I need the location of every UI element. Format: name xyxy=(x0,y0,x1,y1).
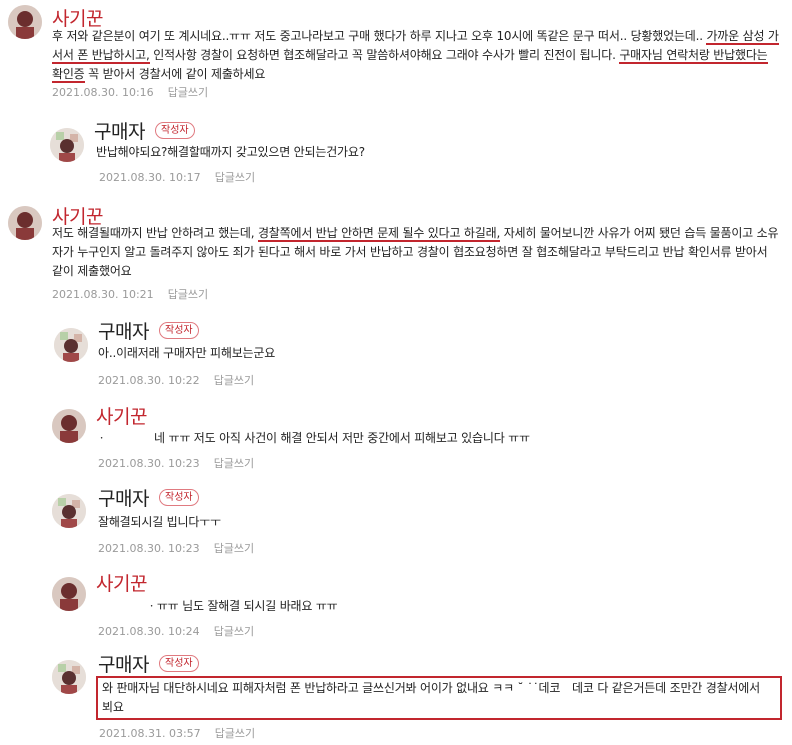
comment-meta: 2021.08.30. 10:17 답글쓰기 xyxy=(99,169,255,185)
avatar-image-icon xyxy=(54,328,88,362)
avatar-image-icon xyxy=(8,206,42,240)
comment-author[interactable]: 구매자 xyxy=(98,484,149,511)
comment-time: 2021.08.30. 10:21 xyxy=(52,288,154,301)
comment-time: 2021.08.30. 10:24 xyxy=(98,625,200,638)
comment-time: 2021.08.30. 10:22 xyxy=(98,374,200,387)
comment-meta: 2021.08.30. 10:16 답글쓰기 xyxy=(52,84,208,100)
avatar[interactable] xyxy=(8,5,42,39)
comment-author[interactable]: 구매자 xyxy=(94,117,145,144)
avatar-image-icon xyxy=(50,128,84,162)
comment-meta: 2021.08.30. 10:22 답글쓰기 xyxy=(98,372,254,388)
avatar-image-icon xyxy=(52,660,86,694)
avatar-image-icon xyxy=(8,5,42,39)
avatar[interactable] xyxy=(52,494,86,528)
comment-body: ㆍㅠㅠ 님도 잘해결 되시길 바래요 ㅠㅠ xyxy=(146,599,338,613)
comment-7: 사기꾼 ㆍㅠㅠ 님도 잘해결 되시길 바래요 ㅠㅠ 2021.08.30. 10… xyxy=(0,565,792,645)
comment-time: 2021.08.30. 10:16 xyxy=(52,86,154,99)
comment-time: 2021.08.30. 10:23 xyxy=(98,542,200,555)
reply-link[interactable]: 답글쓰기 xyxy=(168,288,208,301)
avatar-image-icon xyxy=(52,409,86,443)
comment-body: 잘해결되시길 빕니다ㅜㅜ xyxy=(98,515,221,529)
reply-link[interactable]: 답글쓰기 xyxy=(215,727,255,740)
avatar[interactable] xyxy=(52,409,86,443)
avatar[interactable] xyxy=(52,660,86,694)
comment-author[interactable]: 구매자 xyxy=(98,650,149,677)
comment-body: 저도 해결될때까지 반납 안하려고 했는데, 경찰쪽에서 반납 안하면 문제 될… xyxy=(52,226,779,278)
comment-time: 2021.08.30. 10:17 xyxy=(99,171,201,184)
avatar[interactable] xyxy=(54,328,88,362)
avatar-image-icon xyxy=(52,494,86,528)
comment-author[interactable]: 구매자 xyxy=(98,317,149,344)
comment-meta: 2021.08.31. 03:57 답글쓰기 xyxy=(99,725,255,741)
avatar[interactable] xyxy=(52,577,86,611)
avatar[interactable] xyxy=(8,206,42,240)
comment-meta: 2021.08.30. 10:23 답글쓰기 xyxy=(98,455,254,471)
author-badge: 작성자 xyxy=(159,655,199,672)
comment-author[interactable]: 사기꾼 xyxy=(96,569,147,596)
reply-link[interactable]: 답글쓰기 xyxy=(214,542,254,555)
comment-time: 2021.08.31. 03:57 xyxy=(99,727,201,740)
comment-meta: 2021.08.30. 10:21 답글쓰기 xyxy=(52,286,208,302)
comment-body: ㆍ 네 ㅠㅠ 저도 아직 사건이 해결 안되서 저만 중간에서 피해보고 있습니… xyxy=(96,431,530,445)
comment-body: 아..이래저래 구매자만 피해보는군요 xyxy=(98,346,276,360)
avatar[interactable] xyxy=(50,128,84,162)
reply-link[interactable]: 답글쓰기 xyxy=(214,625,254,638)
author-badge: 작성자 xyxy=(159,489,199,506)
comment-6: 구매자 작성자 잘해결되시길 빕니다ㅜㅜ 2021.08.30. 10:23 답글… xyxy=(0,480,792,560)
author-badge: 작성자 xyxy=(159,322,199,339)
comment-8: 구매자 작성자 와 판매자님 대단하시네요 피해자처럼 폰 반납하라고 글쓰신거… xyxy=(0,648,792,745)
comment-meta: 2021.08.30. 10:24 답글쓰기 xyxy=(98,623,254,639)
comment-author[interactable]: 사기꾼 xyxy=(96,402,147,429)
reply-link[interactable]: 답글쓰기 xyxy=(215,171,255,184)
reply-link[interactable]: 답글쓰기 xyxy=(214,374,254,387)
reply-link[interactable]: 답글쓰기 xyxy=(214,457,254,470)
comment-meta: 2021.08.30. 10:23 답글쓰기 xyxy=(98,540,254,556)
comment-body: 후 저와 같은분이 여기 또 계시네요..ㅠㅠ 저도 중고나라보고 구매 했다가… xyxy=(52,29,779,83)
comment-5: 사기꾼 ㆍ 네 ㅠㅠ 저도 아직 사건이 해결 안되서 저만 중간에서 피해보고… xyxy=(0,395,792,475)
comment-1: 사기꾼 후 저와 같은분이 여기 또 계시네요..ㅠㅠ 저도 중고나라보고 구매… xyxy=(0,0,792,105)
comment-4: 구매자 작성자 아..이래저래 구매자만 피해보는군요 2021.08.30. … xyxy=(0,310,792,390)
reply-link[interactable]: 답글쓰기 xyxy=(168,86,208,99)
comment-2: 구매자 작성자 반납해야되요?해결할때까지 갖고있으면 안되는건가요? 2021… xyxy=(0,110,792,190)
comment-time: 2021.08.30. 10:23 xyxy=(98,457,200,470)
avatar-image-icon xyxy=(52,577,86,611)
comment-body: 와 판매자님 대단하시네요 피해자처럼 폰 반납하라고 글쓰신거봐 어이가 없내… xyxy=(102,681,760,714)
comment-body: 반납해야되요?해결할때까지 갖고있으면 안되는건가요? xyxy=(96,145,365,159)
author-badge: 작성자 xyxy=(155,122,195,139)
comment-3: 사기꾼 저도 해결될때까지 반납 안하려고 했는데, 경찰쪽에서 반납 안하면 … xyxy=(0,198,792,306)
